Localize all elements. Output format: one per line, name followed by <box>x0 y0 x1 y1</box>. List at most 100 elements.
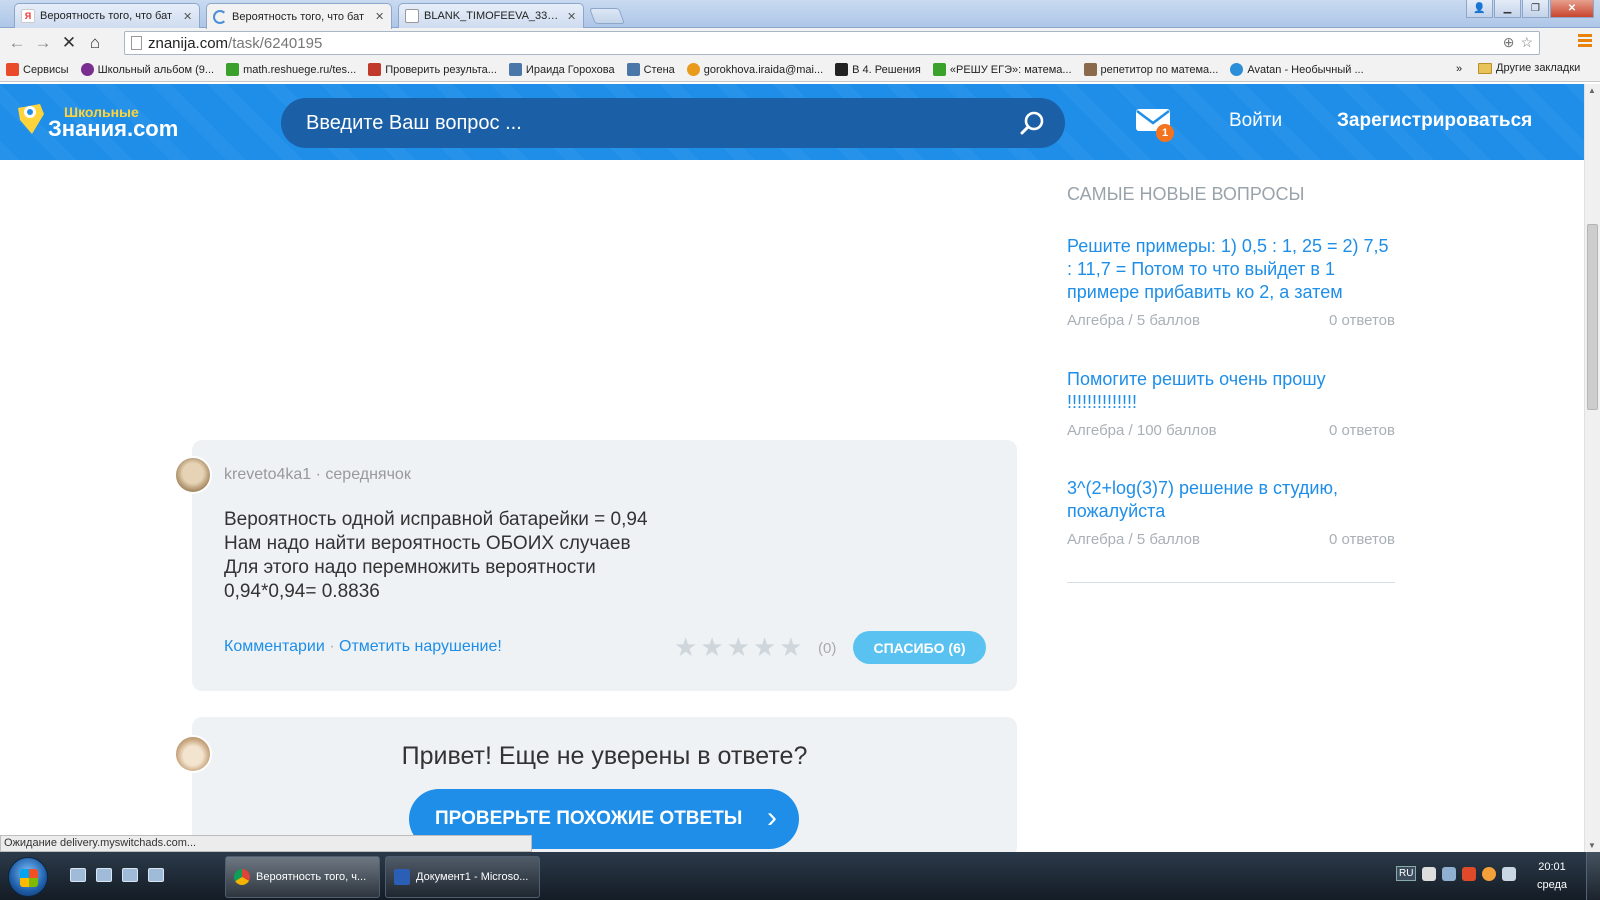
bookmark-2[interactable]: Школьный альбом (9... <box>80 63 214 76</box>
network-icon[interactable] <box>1442 866 1457 881</box>
volume-icon[interactable] <box>1502 866 1517 881</box>
home-icon[interactable]: ⌂ <box>82 30 108 56</box>
register-link[interactable]: Зарегистрироваться <box>1337 110 1532 132</box>
browser-tab-2[interactable]: Вероятность того, что бат ✕ <box>206 3 392 29</box>
task-label: Вероятность того, ч... <box>256 871 367 883</box>
chrome-menu-icon[interactable] <box>1578 34 1592 49</box>
author-separator: · <box>315 466 326 483</box>
avatar[interactable] <box>174 456 212 494</box>
switch-windows-icon[interactable] <box>96 868 112 882</box>
scrollbar-thumb[interactable] <box>1587 224 1598 410</box>
bookmark-8[interactable]: В 4. Решения <box>835 63 921 76</box>
help-icon[interactable] <box>1422 866 1437 881</box>
bookmark-10[interactable]: репетитор по матема... <box>1083 63 1218 76</box>
url-host: znanija.com <box>148 34 229 52</box>
other-bookmarks[interactable]: Другие закладки <box>1478 62 1580 74</box>
show-desktop-icon[interactable] <box>70 868 86 882</box>
bookmark-11[interactable]: Avatan - Необычный ... <box>1230 63 1364 76</box>
question-subject[interactable]: Алгебра <box>1067 422 1124 439</box>
bookmark-label: Ираида Горохова <box>525 63 615 76</box>
bookmark-7[interactable]: gorokhova.iraida@mai... <box>686 63 823 76</box>
window-controls: 👤 ▁ ❐ ✕ <box>1466 0 1594 18</box>
task-label: Документ1 - Microso... <box>416 871 529 883</box>
report-link[interactable]: Отметить нарушение! <box>339 638 502 655</box>
search-icon[interactable] <box>1019 110 1045 136</box>
login-link[interactable]: Войти <box>1229 110 1282 132</box>
page-scrollbar[interactable]: ▲ ▼ <box>1584 84 1600 852</box>
bookmark-label: Сервисы <box>23 63 69 76</box>
taskbar-item-chrome[interactable]: Вероятность того, ч... <box>225 856 380 898</box>
logo-big-text: Знания.com <box>48 116 179 141</box>
show-desktop-button[interactable] <box>1586 852 1600 900</box>
thanks-button[interactable]: СПАСИБО (6) <box>853 631 986 664</box>
scroll-down-arrow-icon[interactable]: ▼ <box>1588 841 1596 850</box>
start-button[interactable] <box>8 857 48 897</box>
question-title[interactable]: Решите примеры: 1) 0,5 : 1, 25 = 2) 7,5 … <box>1067 235 1395 304</box>
question-points: 5 баллов <box>1136 531 1200 548</box>
other-bookmarks-label: Другие закладки <box>1496 62 1581 74</box>
new-tab-button[interactable] <box>589 8 625 24</box>
answer-author: kreveto4ka1 · середнячок <box>224 466 411 484</box>
chevron-right-icon: › <box>767 801 777 834</box>
star-icon[interactable]: ★ <box>779 634 802 660</box>
browser-tab-3[interactable]: BLANK_TIMOFEEVA_33___3 ✕ <box>398 3 584 28</box>
language-indicator[interactable]: RU <box>1396 866 1417 881</box>
taskbar-item-word[interactable]: Документ1 - Microso... <box>385 856 540 898</box>
bookmark-4[interactable]: Проверить результа... <box>368 63 497 76</box>
word-icon <box>394 869 410 885</box>
figure-icon <box>368 63 382 76</box>
close-icon[interactable]: ✕ <box>183 10 193 23</box>
comments-link[interactable]: Комментарии <box>224 638 325 655</box>
question-subject[interactable]: Алгебра <box>1067 531 1124 548</box>
question-title[interactable]: Помогите решить очень прошу !!!!!!!!!!!!… <box>1067 368 1395 414</box>
meta-separator: / <box>1128 422 1137 439</box>
bookmark-6[interactable]: Стена <box>626 63 675 76</box>
search-input[interactable] <box>306 111 986 135</box>
document-icon[interactable] <box>148 868 164 882</box>
loading-icon <box>213 9 227 24</box>
close-icon[interactable]: ✕ <box>567 10 577 23</box>
question-subject[interactable]: Алгебра <box>1067 312 1124 329</box>
antivirus-icon[interactable] <box>1462 866 1477 881</box>
forward-arrow-icon[interactable]: → <box>30 30 56 56</box>
stop-icon[interactable]: ✕ <box>56 30 82 56</box>
browser-tab-1[interactable]: Я Вероятность того, что бат ✕ <box>14 3 200 28</box>
vk-icon <box>626 63 640 76</box>
logo-icon <box>18 104 44 134</box>
star-icon[interactable]: ★ <box>674 634 697 660</box>
document-icon <box>405 9 419 23</box>
tab-label: BLANK_TIMOFEEVA_33___3 <box>424 10 562 22</box>
question-title[interactable]: 3^(2+log(3)7) решение в студию, пожалуйс… <box>1067 477 1395 523</box>
star-icon[interactable]: ★ <box>753 634 776 660</box>
rating-count: (0) <box>818 640 837 657</box>
windows-logo-icon <box>20 869 38 887</box>
bookmark-star-icon[interactable]: ☆ <box>1520 34 1533 51</box>
eye-icon <box>80 63 94 76</box>
user-icon[interactable]: 👤 <box>1466 0 1493 18</box>
star-icon[interactable]: ★ <box>727 634 750 660</box>
tab-label: Вероятность того, что бат <box>232 10 365 23</box>
bookmark-5[interactable]: Ираида Горохова <box>508 63 615 76</box>
answer-line: Для этого надо перемножить вероятности <box>224 557 596 578</box>
bookmark-9[interactable]: «РЕШУ ЕГЭ»: матема... <box>932 63 1072 76</box>
back-arrow-icon[interactable]: ← <box>4 30 30 56</box>
clock[interactable]: 20:01 среда <box>1537 858 1567 894</box>
close-icon[interactable]: ✕ <box>375 10 385 23</box>
bookmark-1[interactable]: Сервисы <box>6 63 69 76</box>
author-name[interactable]: kreveto4ka1 <box>224 466 311 483</box>
maximize-button[interactable]: ❐ <box>1522 0 1549 18</box>
question-answers: 0 ответов <box>1328 422 1395 439</box>
monitor-icon[interactable] <box>122 868 138 882</box>
bookmark-3[interactable]: math.reshuege.ru/tes... <box>226 63 356 76</box>
star-icon[interactable]: ★ <box>700 634 723 660</box>
x-icon <box>835 63 849 76</box>
folder-icon <box>1478 62 1492 74</box>
close-window-button[interactable]: ✕ <box>1550 0 1594 18</box>
answer-line: 0,94*0,94= 0.8836 <box>224 581 380 602</box>
minimize-button[interactable]: ▁ <box>1494 0 1521 18</box>
zoom-icon[interactable]: ⊕ <box>1503 34 1515 51</box>
app-tray-icon[interactable] <box>1482 866 1497 881</box>
address-bar[interactable]: znanija.com/task/6240195 ⊕ ☆ <box>124 31 1540 55</box>
scroll-up-arrow-icon[interactable]: ▲ <box>1588 86 1596 95</box>
bookmarks-more-button[interactable]: » <box>1456 63 1462 75</box>
